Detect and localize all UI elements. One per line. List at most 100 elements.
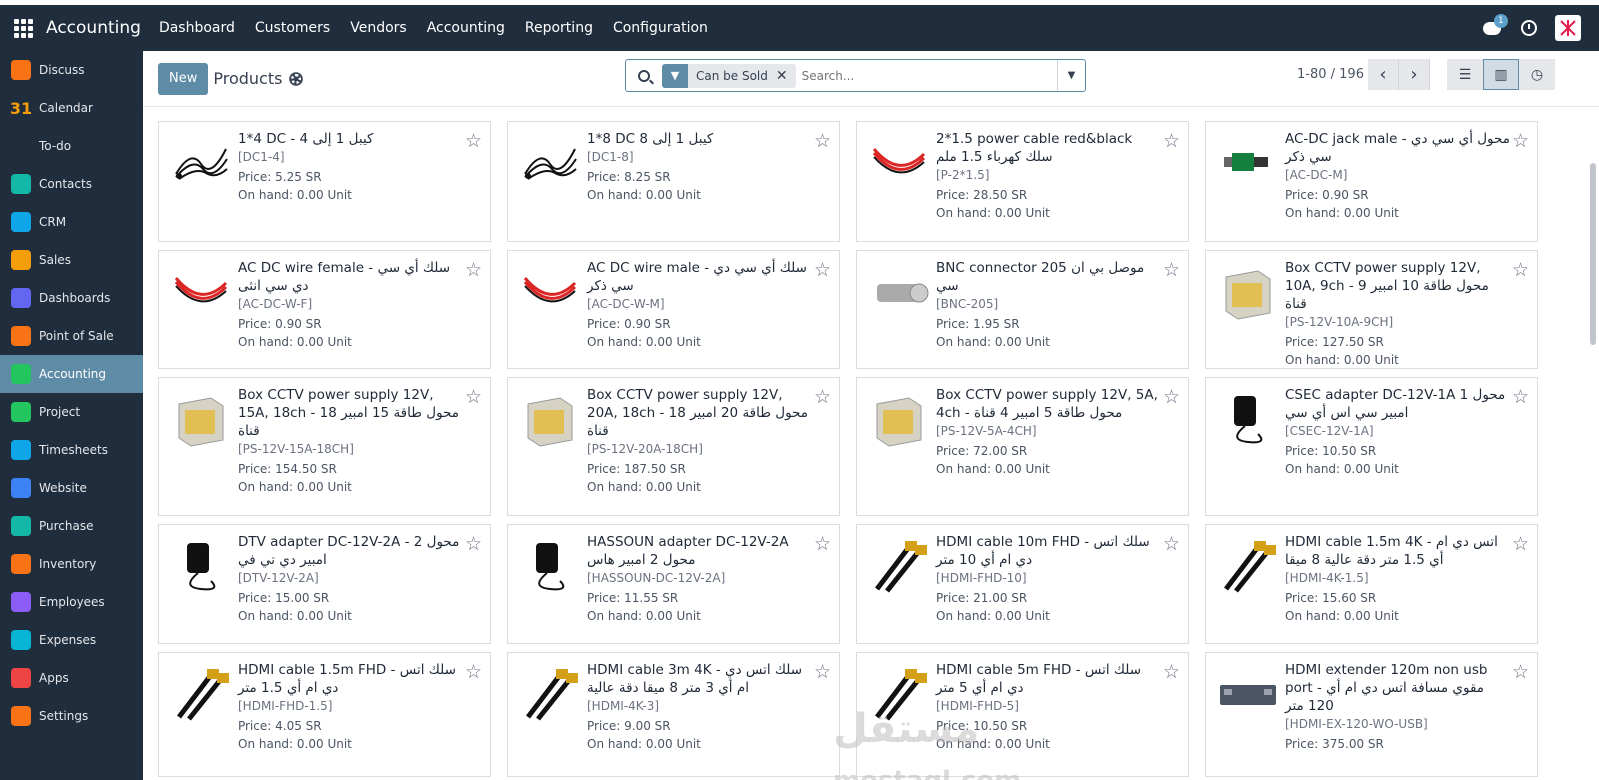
- activity-clock-icon[interactable]: [1521, 20, 1537, 36]
- product-card[interactable]: AC DC wire male - سلك أي سي دي سي ذكر [AC…: [507, 250, 840, 369]
- favorite-star-icon[interactable]: ☆: [1163, 259, 1180, 281]
- product-name: AC DC wire male - سلك أي سي دي سي ذكر: [587, 260, 807, 294]
- favorite-star-icon[interactable]: ☆: [465, 533, 482, 555]
- remove-facet-icon[interactable]: ✕: [776, 68, 796, 84]
- product-card[interactable]: CSEC adapter DC-12V-1A محول 1 امبير سي ا…: [1205, 377, 1538, 516]
- menu-customers[interactable]: Customers: [255, 20, 330, 36]
- favorite-star-icon[interactable]: ☆: [1512, 661, 1529, 683]
- favorite-star-icon[interactable]: ☆: [1163, 661, 1180, 683]
- favorite-star-icon[interactable]: ☆: [814, 259, 831, 281]
- favorite-star-icon[interactable]: ☆: [465, 386, 482, 408]
- menu-configuration[interactable]: Configuration: [613, 20, 708, 36]
- new-button[interactable]: New: [158, 62, 209, 95]
- pager-previous-button[interactable]: ‹: [1368, 59, 1399, 90]
- gear-icon[interactable]: [289, 71, 304, 86]
- favorite-star-icon[interactable]: ☆: [1163, 533, 1180, 555]
- sidebar-item-settings[interactable]: Settings: [0, 697, 143, 735]
- product-image: [1216, 663, 1280, 727]
- product-image: [1216, 261, 1280, 325]
- favorite-star-icon[interactable]: ☆: [814, 533, 831, 555]
- app-menu-grid-icon[interactable]: [0, 5, 46, 51]
- product-card[interactable]: AC-DC jack male - محول أي سي دي سي ذكر [A…: [1205, 121, 1538, 242]
- expenses-icon: [11, 630, 31, 650]
- favorite-star-icon[interactable]: ☆: [1512, 259, 1529, 281]
- sidebar-item-accounting[interactable]: Accounting: [0, 355, 143, 393]
- product-card[interactable]: DTV adapter DC-12V-2A - محول 2 امبير دي …: [158, 524, 491, 644]
- favorite-star-icon[interactable]: ☆: [1512, 533, 1529, 555]
- activity-view-button[interactable]: ◷: [1519, 59, 1555, 90]
- product-card[interactable]: 2*1.5 power cable red&black سلك كهرباء 1…: [856, 121, 1189, 242]
- sidebar-item-apps[interactable]: Apps: [0, 659, 143, 697]
- sidebar-item-crm[interactable]: CRM: [0, 203, 143, 241]
- favorite-star-icon[interactable]: ☆: [1163, 386, 1180, 408]
- sidebar-item-calendar[interactable]: 31 Calendar: [0, 89, 143, 127]
- sidebar-item-to-do[interactable]: To-do: [0, 127, 143, 165]
- product-price: Price: 15.00 SR: [238, 591, 330, 605]
- sidebar-item-website[interactable]: Website: [0, 469, 143, 507]
- app-brand[interactable]: Accounting: [46, 18, 141, 38]
- sidebar-item-employees[interactable]: Employees: [0, 583, 143, 621]
- vertical-scrollbar[interactable]: [1589, 163, 1597, 780]
- product-info: Box CCTV power supply 12V, 15A, 18ch - م…: [238, 386, 463, 494]
- product-card[interactable]: Box CCTV power supply 12V, 10A, 9ch - مح…: [1205, 250, 1538, 369]
- apps-sidebar: Discuss 31 Calendar To-do Contacts CRM Sales Da…: [0, 51, 143, 780]
- search-icon[interactable]: [626, 69, 662, 82]
- favorite-star-icon[interactable]: ☆: [465, 259, 482, 281]
- favorite-star-icon[interactable]: ☆: [465, 661, 482, 683]
- search-options-toggle[interactable]: ▼: [1057, 60, 1085, 91]
- product-card[interactable]: HDMI extender 120m non usb port - مقوي م…: [1205, 652, 1538, 777]
- product-card[interactable]: BNC connector 205 موصل بي ان سي [BNC-205]…: [856, 250, 1189, 369]
- favorite-star-icon[interactable]: ☆: [1512, 130, 1529, 152]
- pager-next-button[interactable]: ›: [1399, 59, 1430, 90]
- sidebar-item-point-of-sale[interactable]: Point of Sale: [0, 317, 143, 355]
- product-info: Box CCTV power supply 12V, 5A, 4ch - محو…: [936, 386, 1161, 476]
- list-view-button[interactable]: ☰: [1447, 59, 1483, 90]
- kanban-view-button[interactable]: ▥: [1483, 59, 1519, 90]
- product-card[interactable]: HDMI cable 3m 4K - سلك اتس دي ام أي 3 مت…: [507, 652, 840, 777]
- sidebar-item-contacts[interactable]: Contacts: [0, 165, 143, 203]
- product-card[interactable]: AC DC wire female - سلك أي سي دي سي انثى…: [158, 250, 491, 369]
- product-onhand: On hand: 0.00 Unit: [936, 462, 1050, 476]
- favorite-star-icon[interactable]: ☆: [814, 130, 831, 152]
- product-card[interactable]: HDMI cable 10m FHD - سلك اتس دي ام أي 10…: [856, 524, 1189, 644]
- menu-dashboard[interactable]: Dashboard: [159, 20, 235, 36]
- messages-icon[interactable]: 1: [1483, 14, 1508, 36]
- search-input[interactable]: [801, 68, 1052, 83]
- sidebar-item-project[interactable]: Project: [0, 393, 143, 431]
- favorite-star-icon[interactable]: ☆: [814, 386, 831, 408]
- menu-accounting[interactable]: Accounting: [427, 20, 505, 36]
- product-card[interactable]: 1*8 DC كيبل 1 إلى 8 [DC1-8] Price: 8.25 SR…: [507, 121, 840, 242]
- menu-reporting[interactable]: Reporting: [525, 20, 593, 36]
- product-card[interactable]: HDMI cable 1.5m FHD - سلك اتس دي ام أي 1…: [158, 652, 491, 777]
- pager-value[interactable]: 1-80 / 196: [1297, 67, 1364, 82]
- product-card[interactable]: HDMI cable 1.5m 4K - اتس دي ام أي 1.5 مت…: [1205, 524, 1538, 644]
- product-card[interactable]: HASSOUN adapter DC-12V-2A محول 2 امبير ه…: [507, 524, 840, 644]
- employees-icon: [11, 592, 31, 612]
- sidebar-item-dashboards[interactable]: Dashboards: [0, 279, 143, 317]
- search-bar: ▼ Can be Sold ✕ ▼: [625, 59, 1086, 92]
- website-icon: [11, 478, 31, 498]
- sidebar-item-sales[interactable]: Sales: [0, 241, 143, 279]
- product-card[interactable]: Box CCTV power supply 12V, 20A, 18ch - م…: [507, 377, 840, 516]
- favorite-star-icon[interactable]: ☆: [465, 130, 482, 152]
- sidebar-item-label: Expenses: [39, 633, 97, 647]
- product-code: [P-2*1.5]: [936, 168, 990, 182]
- sidebar-item-timesheets[interactable]: Timesheets: [0, 431, 143, 469]
- sidebar-item-inventory[interactable]: Inventory: [0, 545, 143, 583]
- sidebar-item-expenses[interactable]: Expenses: [0, 621, 143, 659]
- favorite-star-icon[interactable]: ☆: [1512, 386, 1529, 408]
- product-name: Box CCTV power supply 12V, 20A, 18ch - م…: [587, 387, 809, 439]
- product-card[interactable]: Box CCTV power supply 12V, 15A, 18ch - م…: [158, 377, 491, 516]
- favorite-star-icon[interactable]: ☆: [814, 661, 831, 683]
- sidebar-item-discuss[interactable]: Discuss: [0, 51, 143, 89]
- product-image: [518, 388, 582, 452]
- project-icon: [11, 402, 31, 422]
- sidebar-item-label: Calendar: [39, 101, 93, 115]
- sidebar-item-purchase[interactable]: Purchase: [0, 507, 143, 545]
- product-image: [867, 535, 931, 599]
- menu-vendors[interactable]: Vendors: [350, 20, 406, 36]
- favorite-star-icon[interactable]: ☆: [1163, 130, 1180, 152]
- product-card[interactable]: 1*4 DC - كيبل 1 إلى 4 [DC1-4] Price: 5.25 …: [158, 121, 491, 242]
- company-avatar[interactable]: [1555, 15, 1581, 41]
- product-card[interactable]: Box CCTV power supply 12V, 5A, 4ch - محو…: [856, 377, 1189, 516]
